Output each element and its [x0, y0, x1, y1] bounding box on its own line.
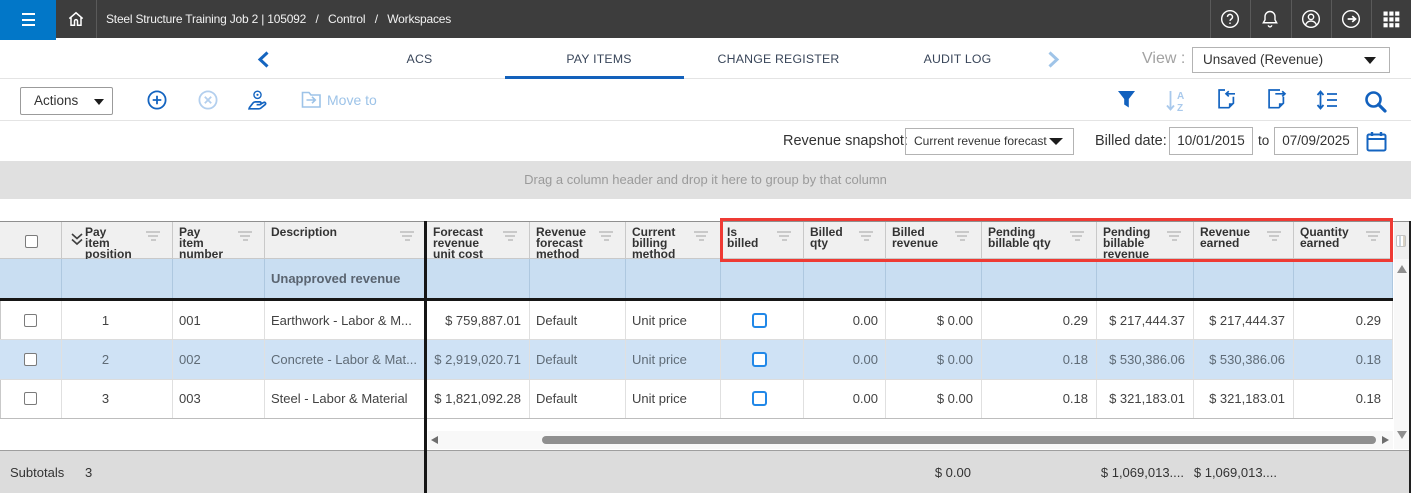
svg-text:A: A: [1177, 91, 1184, 102]
svg-text:Z: Z: [1177, 103, 1183, 112]
